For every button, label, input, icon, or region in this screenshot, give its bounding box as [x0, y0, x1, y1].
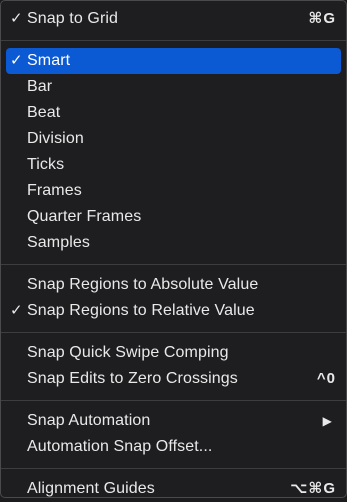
menu-item-label: Snap to Grid [27, 10, 119, 27]
menu-item-label: Bar [27, 78, 53, 95]
menu-item-snap-regions-relative[interactable]: ✓ Snap Regions to Relative Value [1, 298, 346, 324]
menu-item-samples[interactable]: Samples [1, 230, 346, 256]
menu-item-smart[interactable]: ✓ Smart [6, 48, 341, 74]
menu-separator [1, 468, 346, 469]
shortcut-label: ^0 [316, 370, 336, 387]
menu-item-quarter-frames[interactable]: Quarter Frames [1, 204, 346, 230]
menu-item-snap-zero-crossings[interactable]: Snap Edits to Zero Crossings ^0 [1, 366, 346, 392]
menu-item-label: Alignment Guides [27, 480, 155, 497]
menu-item-label: Automation Snap Offset... [27, 438, 213, 455]
menu-item-label: Snap Edits to Zero Crossings [27, 370, 238, 387]
checkmark-icon: ✓ [10, 302, 23, 319]
menu-item-label: Smart [27, 52, 71, 69]
menu-item-label: Ticks [27, 156, 65, 173]
checkmark-icon: ✓ [10, 10, 23, 27]
menu-item-automation-snap-offset[interactable]: Automation Snap Offset... [1, 434, 346, 460]
submenu-arrow-icon: ▶ [322, 414, 332, 428]
menu-item-alignment-guides[interactable]: Alignment Guides ⌥⌘G [1, 476, 346, 502]
menu-item-label: Snap Quick Swipe Comping [27, 344, 229, 361]
shortcut-label: ⌘G [308, 10, 336, 27]
checkmark-icon: ✓ [10, 52, 23, 69]
menu-item-label: Frames [27, 182, 82, 199]
menu-item-division[interactable]: Division [1, 126, 346, 152]
menu-item-label: Snap Regions to Relative Value [27, 302, 255, 319]
snap-menu: ✓ Snap to Grid ⌘G ✓ Smart Bar Beat Divis… [0, 0, 347, 498]
menu-item-label: Quarter Frames [27, 208, 142, 225]
menu-separator [1, 400, 346, 401]
menu-item-label: Snap Regions to Absolute Value [27, 276, 259, 293]
menu-item-frames[interactable]: Frames [1, 178, 346, 204]
menu-item-snap-quick-swipe[interactable]: Snap Quick Swipe Comping [1, 340, 346, 366]
menu-separator [1, 264, 346, 265]
menu-item-beat[interactable]: Beat [1, 100, 346, 126]
menu-item-snap-automation[interactable]: Snap Automation ▶ [1, 408, 346, 434]
menu-separator [1, 332, 346, 333]
menu-separator [1, 40, 346, 41]
menu-item-label: Division [27, 130, 84, 147]
menu-item-ticks[interactable]: Ticks [1, 152, 346, 178]
menu-item-bar[interactable]: Bar [1, 74, 346, 100]
menu-item-snap-to-grid[interactable]: ✓ Snap to Grid ⌘G [1, 6, 346, 32]
shortcut-label: ⌥⌘G [290, 480, 336, 497]
menu-item-label: Beat [27, 104, 61, 121]
menu-item-label: Samples [27, 234, 90, 251]
menu-item-label: Snap Automation [27, 412, 151, 429]
menu-item-snap-regions-absolute[interactable]: Snap Regions to Absolute Value [1, 272, 346, 298]
